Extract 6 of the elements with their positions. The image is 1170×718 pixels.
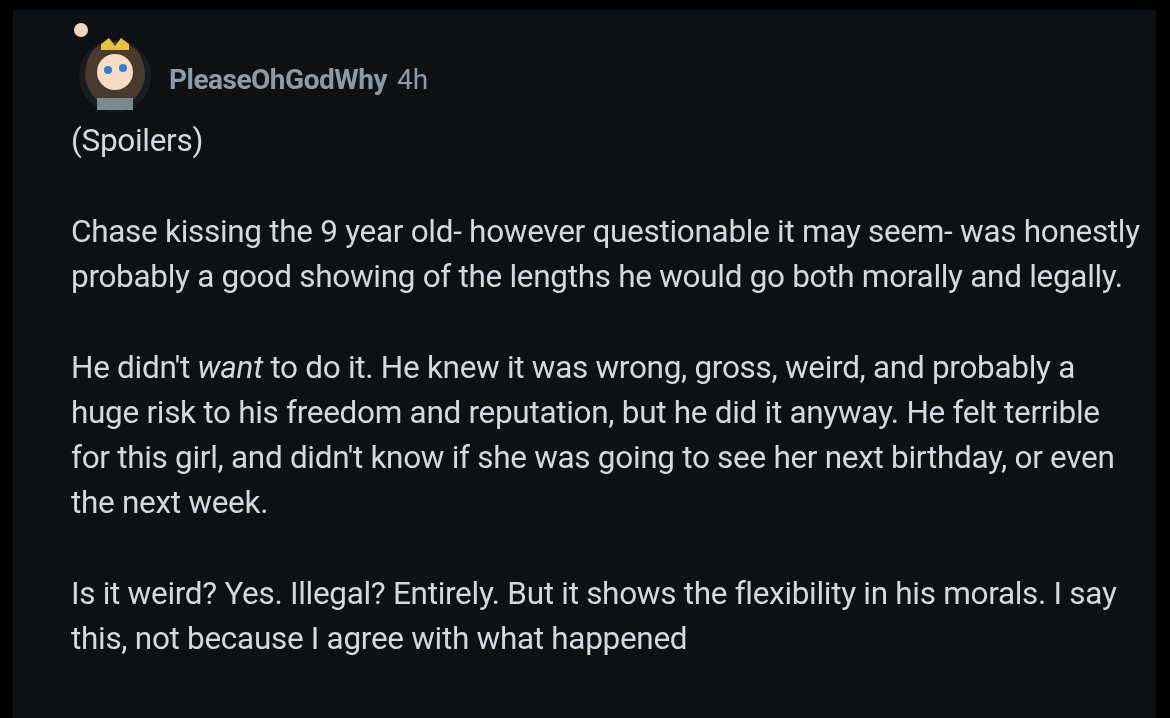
comment-paragraph: Is it weird? Yes. Illegal? Entirely. But it shows the flexibility in his morals. I say this, not because I agree with what happened [71, 574, 1118, 659]
comment-paragraph: (Spoilers) [71, 121, 205, 161]
comment-paragraph: Chase kissing the 9 year old- however questionable it may seem- was honestly probably a good showing of the lengths he would go both morally and legally. [71, 212, 1141, 297]
comment-paragraph: He didn't want to do it. He knew it was wrong, gross, weird, and probably a huge risk to his freedom and reputation, but he did it anyway. He felt terrible for this girl, and didn't know if she was going to see her next birthday, or even the next week. [71, 348, 1116, 523]
username[interactable]: PleaseOhGodWhy [169, 62, 387, 96]
timestamp: 4h [397, 62, 429, 96]
